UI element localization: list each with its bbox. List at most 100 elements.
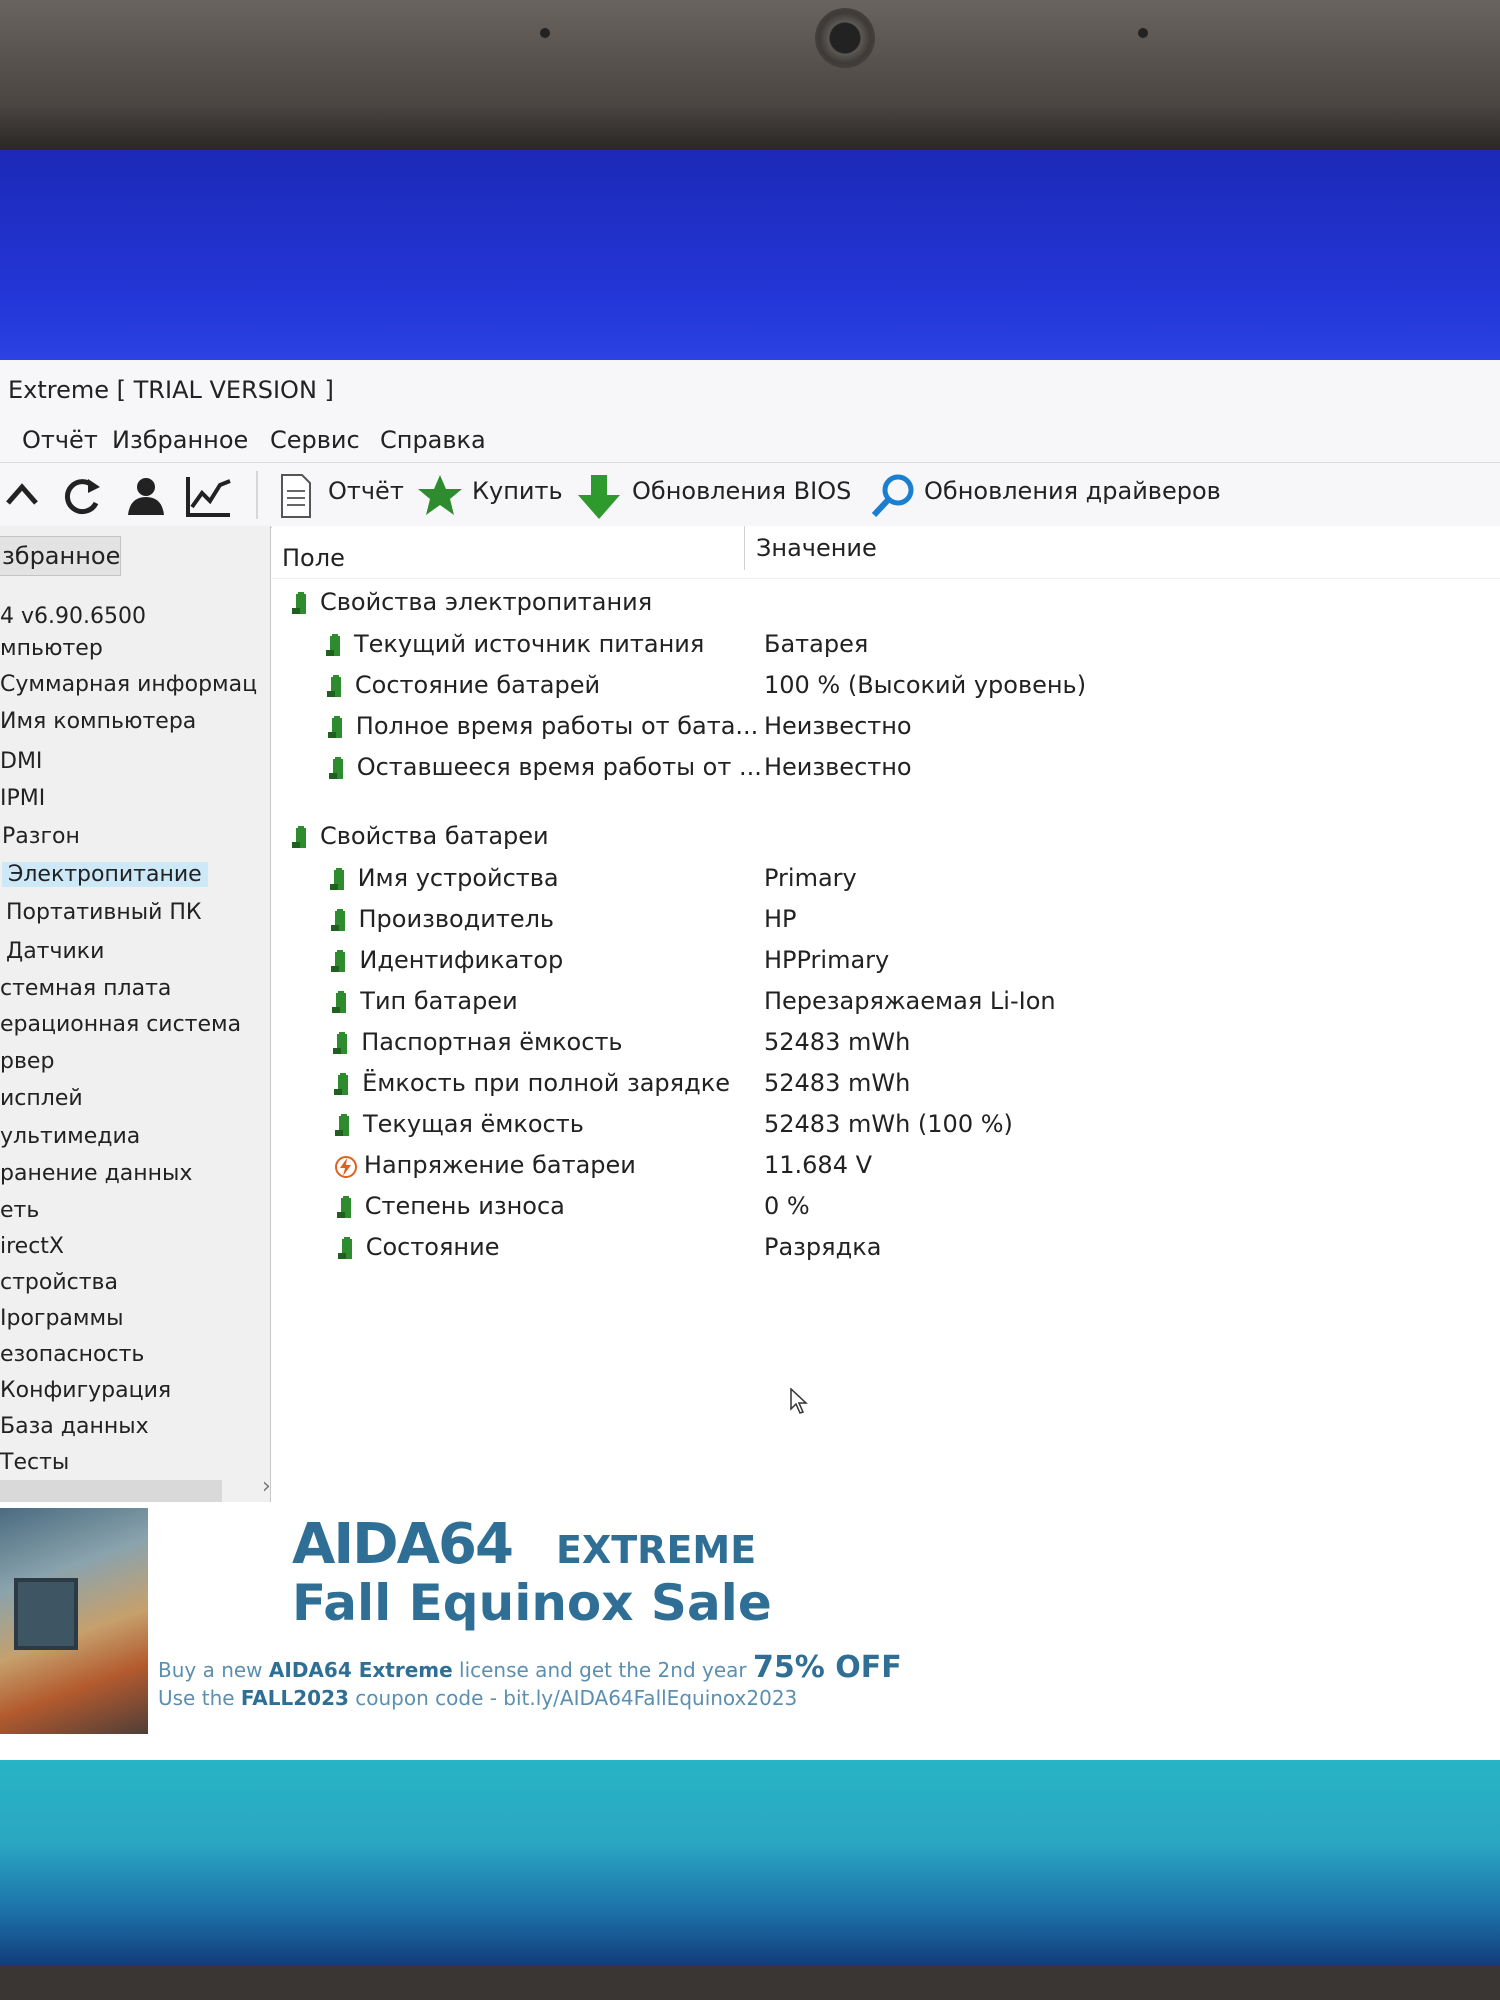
property-row[interactable]: Текущий источник питания Батарея	[324, 628, 1424, 662]
property-row[interactable]: Степень износа 0 %	[335, 1190, 1435, 1224]
tree-item[interactable]: ерационная система	[0, 1012, 241, 1037]
tree-item[interactable]: DMI	[0, 749, 42, 774]
property-row[interactable]: Оставшееся время работы от ... Неизвестно	[327, 751, 1427, 785]
section-header[interactable]: Свойства батареи	[290, 820, 1190, 854]
column-field-header[interactable]: Поле	[282, 544, 345, 572]
tree-item[interactable]: ультимедиа	[0, 1124, 140, 1149]
tree-item[interactable]: Конфигурация	[0, 1378, 171, 1403]
download-arrow-icon[interactable]	[576, 473, 622, 519]
tree-item[interactable]: Тесты	[0, 1450, 69, 1475]
property-field: Состояние	[365, 1233, 500, 1261]
aida64-window: Extreme [ TRIAL VERSION ] Отчёт Избранно…	[0, 360, 1500, 1760]
promo-text: Buy a new	[158, 1658, 269, 1682]
chart-icon[interactable]	[184, 473, 234, 519]
property-row[interactable]: Имя устройства Primary	[328, 862, 1428, 896]
promo-link[interactable]: coupon code - bit.ly/AIDA64FallEquinox20…	[349, 1686, 797, 1710]
title-bar[interactable]: Extreme [ TRIAL VERSION ]	[0, 360, 1500, 420]
menu-favorites[interactable]: Избранное	[112, 426, 248, 454]
user-icon[interactable]	[122, 473, 166, 519]
magnifier-icon[interactable]	[870, 473, 916, 519]
property-row[interactable]: Тип батареи Перезаряжаемая Li-Ion	[330, 985, 1430, 1019]
chevron-up-icon[interactable]	[4, 473, 42, 519]
property-value: HPPrimary	[763, 946, 890, 974]
favorites-tab[interactable]: збранное	[0, 536, 121, 576]
property-field: Имя устройства	[357, 864, 559, 892]
tree-item[interactable]: Ірограммы	[0, 1306, 123, 1331]
window-title: Extreme [ TRIAL VERSION ]	[8, 376, 334, 404]
tree-item[interactable]: еть	[0, 1198, 39, 1223]
property-field: Текущая ёмкость	[363, 1110, 584, 1138]
menu-help[interactable]: Справка	[380, 426, 486, 454]
tree-item[interactable]: стемная плата	[0, 976, 171, 1001]
laptop-bezel	[0, 0, 1500, 150]
property-row[interactable]: Полное время работы от бата... Неизвестно	[326, 710, 1426, 744]
toolbar: Отчёт Купить Обновления BIOS Обновления …	[0, 462, 1500, 528]
column-separator[interactable]	[744, 526, 745, 570]
property-row[interactable]: Текущая ёмкость 52483 mWh (100 %)	[333, 1108, 1433, 1142]
bios-update-button[interactable]: Обновления BIOS	[632, 477, 851, 505]
promo-text: Use the	[158, 1686, 241, 1710]
tree-item[interactable]: стройства	[0, 1270, 118, 1295]
voltage-icon	[334, 1156, 357, 1178]
menu-bar: Отчёт Избранное Сервис Справка	[0, 420, 1500, 462]
property-row[interactable]: Состояние батарей 100 % (Высокий уровень)	[325, 669, 1425, 703]
tree-item[interactable]: мпьютер	[0, 636, 103, 661]
tree-item[interactable]: Имя компьютера	[0, 709, 196, 734]
refresh-icon[interactable]	[60, 473, 104, 519]
property-field: Степень износа	[364, 1192, 565, 1220]
property-field: Напряжение батареи	[363, 1151, 636, 1179]
property-row[interactable]: Напряжение батареи 11.684 V	[334, 1149, 1434, 1183]
aida64-logo: AIDA64	[292, 1512, 514, 1577]
report-icon[interactable]	[278, 473, 314, 519]
buy-button[interactable]: Купить	[472, 477, 563, 505]
menu-report[interactable]: Отчёт	[22, 426, 98, 454]
column-header: Поле Значение	[272, 526, 1500, 579]
horizontal-scrollbar[interactable]	[0, 1480, 222, 1502]
tree-item[interactable]: 4 v6.90.6500	[0, 604, 146, 629]
battery-node-icon	[336, 1196, 351, 1218]
tree-item[interactable]: IPMI	[0, 786, 45, 811]
tree-item[interactable]: рвер	[0, 1049, 54, 1074]
section-header[interactable]: Свойства электропитания	[290, 586, 1190, 620]
extreme-label: EXTREME	[556, 1528, 757, 1572]
tree-item[interactable]: irectX	[0, 1234, 64, 1259]
property-value: HP	[764, 905, 797, 933]
battery-node-icon	[337, 1237, 352, 1259]
property-value: Неизвестно	[763, 753, 912, 781]
tree-item[interactable]: База данных	[0, 1414, 149, 1439]
property-field: Производитель	[358, 905, 555, 933]
battery-node-icon	[326, 675, 341, 697]
battery-node-icon	[328, 757, 343, 779]
property-value: 52483 mWh (100 %)	[764, 1110, 1013, 1138]
tree-item[interactable]: ранение данных	[0, 1161, 192, 1186]
property-row[interactable]: Состояние Разрядка	[336, 1231, 1436, 1265]
tree-item[interactable]: исплей	[0, 1086, 83, 1111]
tree-item[interactable]: Электропитание	[2, 862, 208, 887]
tree-item[interactable]: Портативный ПК	[6, 900, 202, 925]
column-value-header[interactable]: Значение	[756, 534, 877, 562]
property-row[interactable]: Производитель HP	[329, 903, 1429, 937]
tree-item[interactable]: Датчики	[6, 939, 104, 964]
promo-line-1: Buy a new AIDA64 Extreme license and get…	[158, 1650, 902, 1685]
property-value: Разрядка	[763, 1233, 882, 1261]
property-field: Состояние батарей	[354, 671, 601, 699]
tree-item[interactable]: Разгон	[2, 824, 80, 849]
tree-item[interactable]: езопасность	[0, 1342, 144, 1367]
buy-icon[interactable]	[416, 473, 464, 519]
driver-update-button[interactable]: Обновления драйверов	[924, 477, 1221, 505]
tree-item[interactable]: Суммарная информац	[0, 672, 257, 697]
report-button[interactable]: Отчёт	[328, 477, 404, 505]
property-value: Неизвестно	[763, 712, 912, 740]
desktop-background	[0, 150, 1500, 370]
battery-node-icon	[335, 1114, 349, 1136]
chevron-right-icon[interactable]: ›	[262, 1474, 271, 1499]
property-value: 100 % (Высокий уровень)	[763, 671, 1087, 699]
property-row[interactable]: Ёмкость при полной зарядке 52483 mWh	[332, 1067, 1432, 1101]
property-row[interactable]: Идентификатор HPPrimary	[329, 944, 1429, 978]
property-field: Полное время работы от бата...	[355, 712, 759, 740]
menu-service[interactable]: Сервис	[270, 426, 360, 454]
property-row[interactable]: Паспортная ёмкость 52483 mWh	[331, 1026, 1431, 1060]
promo-banner[interactable]: AIDA64 EXTREME Fall Equinox Sale Buy a n…	[0, 1502, 1500, 1760]
laptop-screen: Extreme [ TRIAL VERSION ] Отчёт Избранно…	[0, 150, 1500, 1965]
details-pane: Поле Значение Свойства электропитания Тек…	[272, 526, 1500, 1502]
